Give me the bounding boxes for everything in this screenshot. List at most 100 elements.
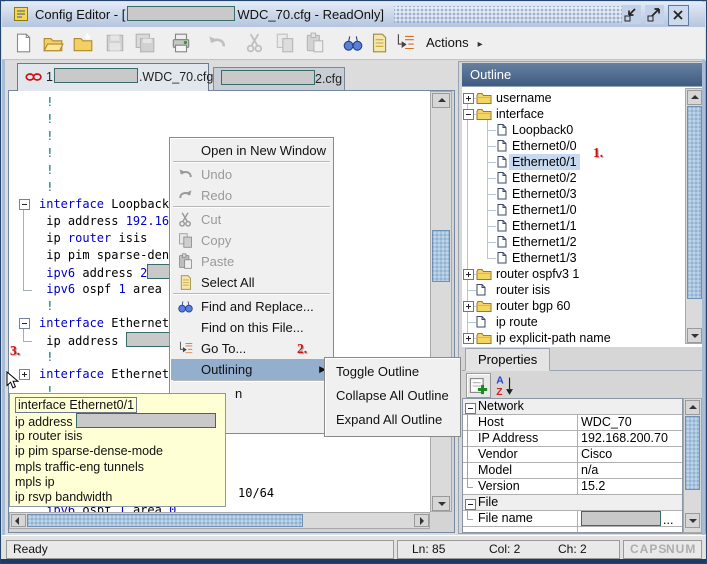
tree-item-ip-route[interactable]: ip route: [462, 314, 684, 330]
editor-horizontal-scrollbar[interactable]: [9, 512, 430, 529]
scroll-thumb[interactable]: [685, 416, 700, 490]
group-collapse-toggle[interactable]: [465, 403, 476, 414]
property-row-host[interactable]: HostWDC_70: [463, 415, 682, 431]
find-button[interactable]: [342, 32, 364, 54]
submenu-item-toggle-outline[interactable]: Toggle Outline: [326, 360, 459, 384]
group-collapse-toggle[interactable]: [465, 499, 476, 510]
properties-toolbar: AZ: [462, 371, 704, 398]
tree-item-ethernet1-2[interactable]: Ethernet1/2: [462, 234, 684, 250]
select-all-button[interactable]: [368, 32, 390, 54]
fold-collapse-marker[interactable]: [19, 318, 30, 329]
print-button[interactable]: [170, 32, 192, 54]
property-value[interactable]: n/a: [581, 463, 598, 478]
menu-item-cut[interactable]: Cut: [171, 209, 332, 230]
tree-item-ethernet0-1[interactable]: Ethernet0/1: [462, 154, 684, 170]
cut-button[interactable]: [244, 32, 266, 54]
property-row-ip-address[interactable]: IP Address192.168.200.70: [463, 431, 682, 447]
minimize-button[interactable]: [622, 5, 641, 24]
submenu-item-collapse-all-outline[interactable]: Collapse All Outline: [326, 384, 459, 408]
property-row-file-name[interactable]: File name...: [463, 511, 682, 527]
scroll-left-button[interactable]: [11, 514, 26, 527]
menu-item-label: Paste: [201, 254, 234, 269]
property-value[interactable]: WDC_70: [581, 415, 632, 430]
tree-item-username[interactable]: username: [462, 90, 684, 106]
scroll-thumb[interactable]: [687, 106, 702, 299]
property-group-network[interactable]: Network: [463, 399, 682, 415]
tree-item-router-bgp-60[interactable]: router bgp 60: [462, 298, 684, 314]
maximize-button[interactable]: [645, 5, 664, 24]
tree-item-router-ospfv3-1[interactable]: router ospfv3 1: [462, 266, 684, 282]
tree-item-ethernet1-3[interactable]: Ethernet1/3: [462, 250, 684, 266]
menu-item-find-and-replace[interactable]: Find and Replace...: [171, 296, 332, 317]
open-folder-button[interactable]: [72, 32, 94, 54]
scroll-down-button[interactable]: [685, 513, 700, 528]
tree-item-ip-explicit-path-name[interactable]: ip explicit-path name: [462, 330, 684, 346]
tree-expand-toggle[interactable]: [463, 333, 474, 344]
editor-vertical-scrollbar[interactable]: [430, 91, 452, 512]
tree-expand-toggle[interactable]: [463, 269, 474, 280]
property-value[interactable]: 15.2: [581, 479, 605, 494]
menu-item-open-in-new-window[interactable]: Open in New Window: [171, 140, 332, 161]
scroll-thumb[interactable]: [27, 514, 303, 527]
menu-item-paste[interactable]: Paste: [171, 251, 332, 272]
menu-item-outlining[interactable]: Outlining▶: [171, 359, 332, 380]
property-row-version[interactable]: Version15.2: [463, 479, 682, 495]
scroll-up-button[interactable]: [685, 400, 700, 415]
menu-item-redo[interactable]: Redo: [171, 185, 332, 206]
tab-inactive-cfg[interactable]: 2.cfg: [213, 67, 345, 91]
tree-expand-toggle[interactable]: [463, 93, 474, 104]
property-value[interactable]: 192.168.200.70: [581, 431, 668, 446]
title-bar[interactable]: Config Editor - [WDC_70.cfg - ReadOnly]: [2, 2, 705, 28]
scroll-right-button[interactable]: [414, 514, 429, 527]
tree-item-interface[interactable]: interface: [462, 106, 684, 122]
tooltip-line: ip router isis: [15, 429, 222, 444]
property-row-model[interactable]: Modeln/a: [463, 463, 682, 479]
scroll-up-button[interactable]: [432, 93, 450, 108]
tab-properties[interactable]: Properties: [465, 348, 550, 371]
new-file-button[interactable]: [12, 32, 34, 54]
tree-item-ethernet1-0[interactable]: Ethernet1/0: [462, 202, 684, 218]
menu-item-copy[interactable]: Copy: [171, 230, 332, 251]
tab-active-wdc70-cfg[interactable]: 1.WDC_70.cfg: [17, 63, 209, 91]
actions-menu-button[interactable]: Actions▸: [426, 32, 483, 54]
save-button[interactable]: [104, 32, 126, 54]
undo-button[interactable]: [206, 32, 228, 54]
categorize-button[interactable]: [466, 373, 491, 398]
menu-item-undo[interactable]: Undo: [171, 164, 332, 185]
submenu-item-expand-all-outline[interactable]: Expand All Outline: [326, 408, 459, 432]
goto-button[interactable]: [394, 32, 416, 54]
menu-separator: [173, 161, 330, 163]
tree-expand-toggle[interactable]: [463, 301, 474, 312]
outline-tree[interactable]: usernameinterfaceLoopback0Ethernet0/0Eth…: [462, 86, 704, 347]
properties-grid[interactable]: NetworkHostWDC_70IP Address192.168.200.7…: [462, 398, 683, 533]
tree-collapse-toggle[interactable]: [463, 109, 474, 120]
sort-az-icon[interactable]: AZ: [494, 373, 517, 396]
scroll-up-button[interactable]: [687, 90, 702, 105]
scroll-down-button[interactable]: [432, 496, 450, 511]
properties-scrollbar[interactable]: [683, 398, 702, 533]
menu-item-label: Find and Replace...: [201, 299, 314, 314]
tree-item-ethernet0-0[interactable]: Ethernet0/0: [462, 138, 684, 154]
property-value[interactable]: ...: [581, 511, 673, 528]
menu-item-go-to[interactable]: Go To...: [171, 338, 332, 359]
tree-item-router-isis[interactable]: router isis: [462, 282, 684, 298]
save-all-button[interactable]: [134, 32, 156, 54]
property-value[interactable]: Cisco: [581, 447, 612, 462]
property-row-vendor[interactable]: VendorCisco: [463, 447, 682, 463]
scroll-thumb[interactable]: [432, 230, 450, 282]
copy-button[interactable]: [274, 32, 296, 54]
app-icon: [13, 6, 29, 22]
menu-item-select-all[interactable]: Select All: [171, 272, 332, 293]
paste-button[interactable]: [304, 32, 326, 54]
property-group-file[interactable]: File: [463, 495, 682, 511]
menu-item-find-on-this-file[interactable]: Find on this File...: [171, 317, 332, 338]
scroll-down-button[interactable]: [687, 328, 702, 343]
tree-item-loopback0[interactable]: Loopback0: [462, 122, 684, 138]
tree-item-ethernet0-3[interactable]: Ethernet0/3: [462, 186, 684, 202]
page-icon: [497, 140, 507, 152]
close-button[interactable]: [668, 5, 689, 26]
fold-collapse-marker[interactable]: [19, 199, 30, 210]
tree-item-ethernet1-1[interactable]: Ethernet1/1: [462, 218, 684, 234]
tree-item-ethernet0-2[interactable]: Ethernet0/2: [462, 170, 684, 186]
open-file-button[interactable]: [42, 32, 64, 54]
